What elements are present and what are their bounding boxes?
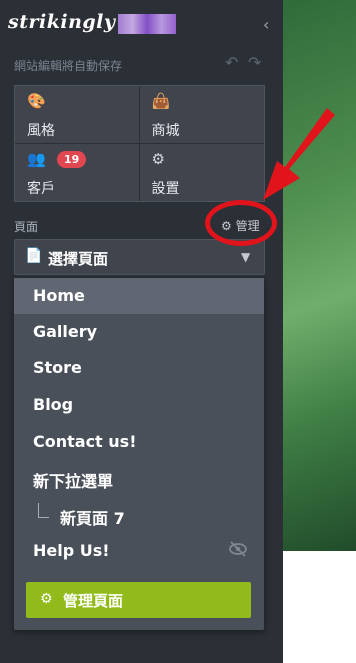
tile-label: 設置 bbox=[151, 180, 180, 197]
tile-customers[interactable]: 👥 19 客戶 bbox=[15, 143, 140, 201]
tile-label: 商城 bbox=[151, 123, 180, 139]
redo-icon[interactable]: ↷ bbox=[248, 53, 261, 72]
page-item-subpage[interactable]: 新頁面 7 bbox=[14, 497, 264, 533]
page-item-label: Contact us! bbox=[33, 432, 137, 451]
page-item-gallery[interactable]: Gallery bbox=[14, 314, 264, 350]
tile-label: 客戶 bbox=[27, 180, 55, 197]
tree-connector bbox=[38, 503, 49, 518]
page-item-label: Blog bbox=[33, 395, 74, 414]
page-item-label: 新頁面 7 bbox=[60, 509, 125, 528]
page-item-label: 新下拉選單 bbox=[33, 472, 114, 491]
page-item-home[interactable]: Home bbox=[14, 278, 264, 314]
page-item-label: Home bbox=[33, 286, 85, 305]
pages-dropdown: Home Gallery Store Blog Contact us! 新下拉選… bbox=[14, 278, 264, 630]
collapse-sidebar-icon[interactable]: ‹ bbox=[263, 15, 269, 34]
page-item-dropdown-menu[interactable]: 新下拉選單 bbox=[14, 460, 264, 496]
gear-icon: ⚙ bbox=[151, 149, 165, 168]
annotation-arrow bbox=[263, 108, 335, 200]
page-item-label: Store bbox=[33, 358, 82, 377]
document-icon: 📄 bbox=[25, 248, 43, 264]
page-item-blog[interactable]: Blog bbox=[14, 387, 264, 423]
caret-down-icon: ▼ bbox=[241, 250, 251, 264]
page-item-label: Gallery bbox=[33, 322, 98, 341]
highlight-circle bbox=[205, 200, 277, 246]
editor-tiles: 🎨 風格 👜 商城 👥 19 客戶 ⚙ 設置 bbox=[14, 85, 265, 202]
site-preview-blank bbox=[283, 551, 356, 663]
tile-settings[interactable]: ⚙ 設置 bbox=[140, 144, 265, 202]
gear-icon: ⚙ bbox=[40, 591, 53, 607]
undo-icon[interactable]: ↶ bbox=[225, 53, 238, 72]
strikingly-logo: strikingly bbox=[8, 11, 116, 33]
eye-slash-icon[interactable] bbox=[228, 541, 248, 561]
page-item-label: Help Us! bbox=[33, 541, 110, 560]
pages-section-label: 頁面 bbox=[14, 220, 39, 234]
page-item-contact[interactable]: Contact us! bbox=[14, 424, 264, 460]
tile-label: 風格 bbox=[27, 123, 55, 139]
page-selector-label: 選擇頁面 bbox=[48, 250, 109, 268]
tile-store[interactable]: 👜 商城 bbox=[139, 86, 264, 144]
autosave-notice: 網站編輯將自動保存 bbox=[14, 59, 123, 73]
blurred-site-name bbox=[118, 14, 176, 34]
notification-badge: 19 bbox=[57, 150, 87, 168]
palette-icon: 🎨 bbox=[27, 92, 46, 110]
tile-style[interactable]: 🎨 風格 bbox=[15, 86, 140, 144]
editor-sidebar: strikingly ‹ 網站編輯將自動保存 ↶ ↷ 🎨 風格 👜 商城 👥 1… bbox=[0, 0, 283, 663]
users-icon: 👥 bbox=[27, 149, 46, 168]
shopping-bag-icon: 👜 bbox=[151, 92, 171, 110]
manage-pages-button[interactable]: ⚙ 管理頁面 bbox=[26, 582, 251, 618]
page-item-store[interactable]: Store bbox=[14, 350, 264, 386]
page-item-help[interactable]: Help Us! bbox=[14, 533, 264, 569]
manage-pages-label: 管理頁面 bbox=[63, 592, 124, 610]
site-preview-image bbox=[283, 0, 356, 551]
